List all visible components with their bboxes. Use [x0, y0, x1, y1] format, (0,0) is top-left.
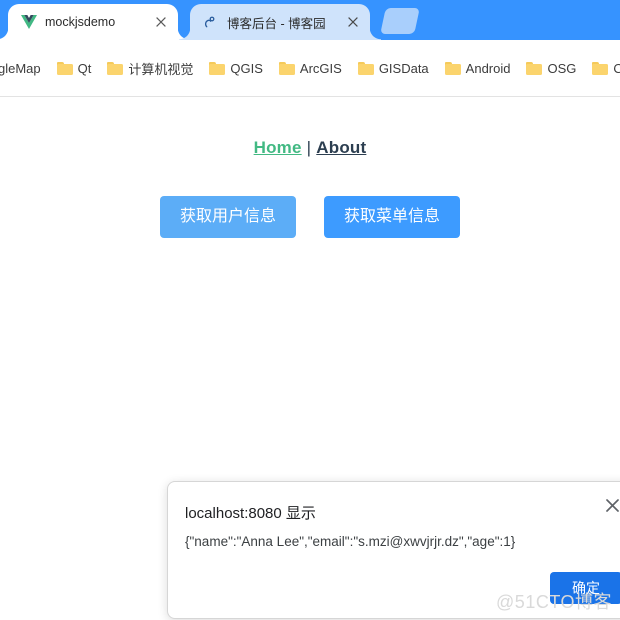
bookmark-item[interactable]: Qt — [49, 54, 100, 82]
folder-icon — [526, 61, 543, 75]
tab-title: 博客后台 - 博客园 — [227, 16, 326, 31]
bookmark-label: QGIS — [230, 60, 263, 76]
bookmark-label: GISData — [378, 60, 429, 76]
get-menu-info-button[interactable]: 获取菜单信息 — [324, 196, 461, 238]
tab-strip: mockjsdemo 博客后台 - 博客园 — [0, 0, 620, 40]
tab-ear-left — [0, 28, 9, 40]
javascript-alert-dialog: localhost:8080 显示 {"name":"Anna Lee","em… — [167, 481, 620, 619]
cnblogs-icon — [202, 14, 219, 31]
folder-icon — [209, 61, 226, 75]
bookmark-item[interactable]: GISData — [350, 54, 437, 82]
bookmark-item[interactable]: QGIS — [201, 54, 271, 82]
tab-title: mockjsdemo — [45, 15, 116, 29]
tab-ear-left — [179, 28, 191, 40]
close-icon[interactable] — [602, 495, 620, 515]
bookmark-item[interactable]: OGC — [584, 54, 620, 82]
tab-close-icon[interactable] — [153, 14, 169, 30]
nav-link-home[interactable]: Home — [254, 138, 302, 157]
dialog-message-text: {"name":"Anna Lee","email":"s.mzi@xwvjrj… — [185, 534, 516, 549]
bookmark-label: OGC — [613, 61, 620, 76]
dialog-origin-title: localhost:8080 显示 — [185, 505, 316, 522]
folder-icon — [56, 61, 73, 75]
nav-link-about[interactable]: About — [316, 138, 366, 157]
browser-window: mockjsdemo 博客后台 - 博客园 gleMap Qt 计算机视觉 QG… — [0, 0, 620, 620]
bookmark-item[interactable]: 计算机视觉 — [99, 54, 201, 82]
nav-separator: | — [306, 138, 312, 157]
bookmark-label: Qt — [77, 60, 92, 76]
bookmark-item[interactable]: OSG — [518, 54, 584, 82]
folder-icon — [278, 61, 295, 75]
tab-close-icon[interactable] — [345, 14, 361, 30]
router-nav: Home | About — [0, 138, 620, 158]
folder-icon — [444, 61, 461, 75]
bookmark-label: OSG — [547, 60, 577, 76]
bookmark-item[interactable]: gleMap — [0, 54, 49, 82]
bookmark-label: Android — [465, 60, 511, 76]
bookmark-label: 计算机视觉 — [128, 61, 194, 77]
browser-tab-cnblogs[interactable]: 博客后台 - 博客园 — [179, 4, 381, 40]
dialog-ok-button[interactable]: 确定 — [550, 572, 620, 604]
bookmark-label: ArcGIS — [299, 60, 342, 76]
new-tab-button[interactable] — [380, 8, 420, 34]
browser-tab-mockjsdemo[interactable]: mockjsdemo — [0, 4, 189, 40]
tab-ear-right — [369, 28, 381, 40]
folder-icon — [357, 61, 374, 75]
action-button-row: 获取用户信息 获取菜单信息 — [0, 196, 620, 238]
bookmark-label: gleMap — [0, 60, 41, 76]
folder-icon — [592, 61, 609, 75]
vue-logo-icon — [20, 14, 37, 31]
get-user-info-button[interactable]: 获取用户信息 — [159, 196, 296, 238]
bookmark-item[interactable]: ArcGIS — [271, 54, 350, 82]
folder-icon — [107, 61, 124, 75]
bookmarks-bar: gleMap Qt 计算机视觉 QGIS ArcGIS GISData Andr… — [0, 40, 620, 97]
bookmark-item[interactable]: Android — [437, 54, 519, 82]
